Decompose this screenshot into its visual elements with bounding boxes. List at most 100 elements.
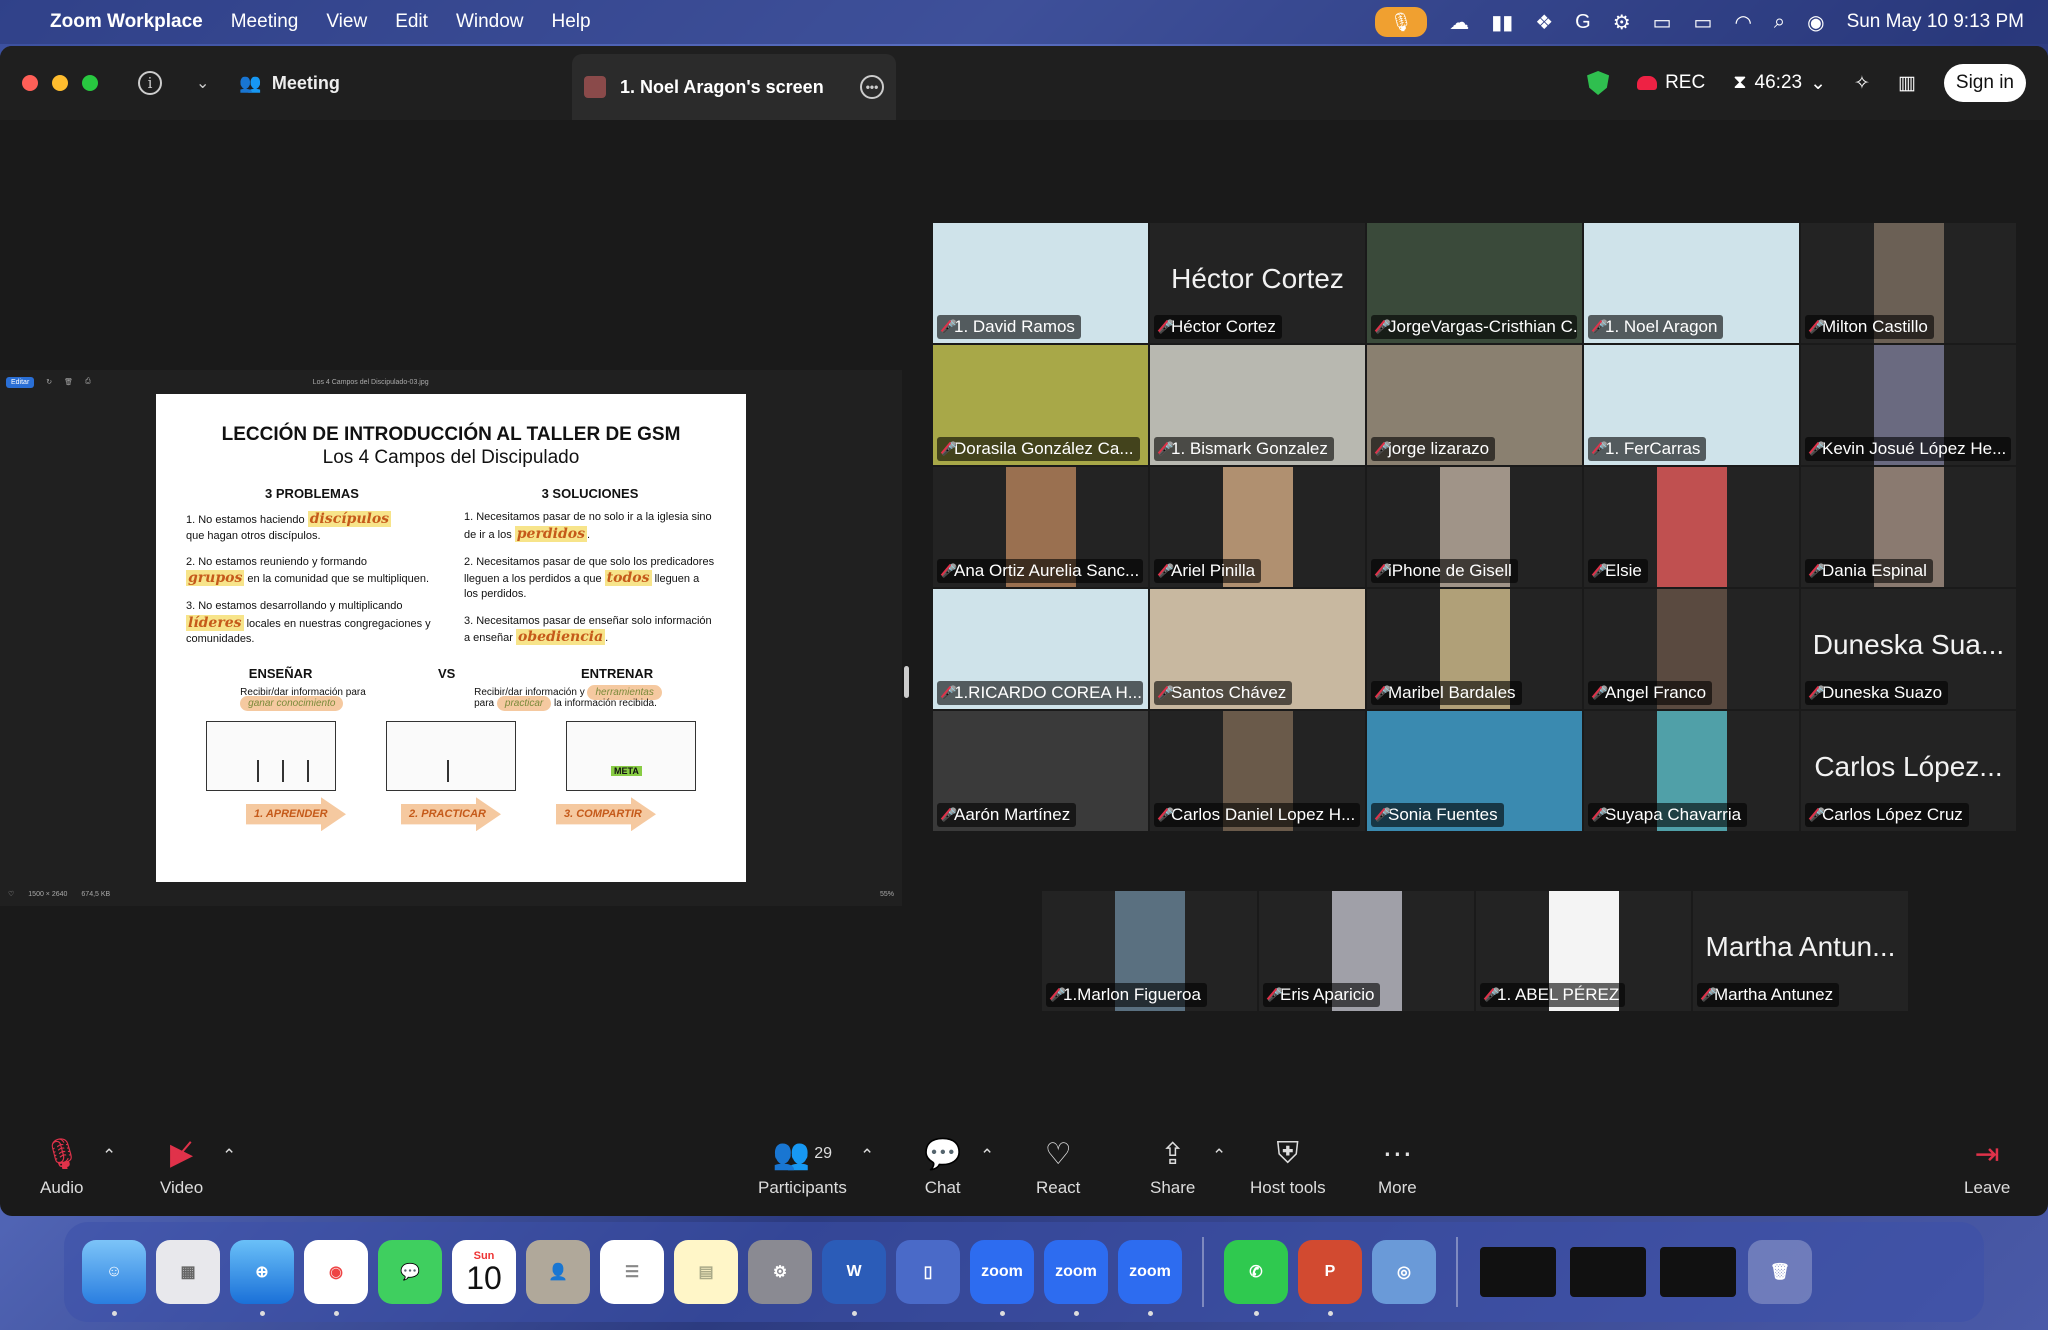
shared-screen-tab[interactable]: 1. Noel Aragon's screen ••• (572, 54, 896, 120)
participant-tile[interactable]: 🎤 iPhone de Gisell (1367, 467, 1582, 587)
cloud-icon[interactable]: ☁ (1449, 10, 1469, 35)
zoom-app-icon-2[interactable]: zoom (1044, 1240, 1108, 1316)
meeting-info-icon[interactable]: i (138, 71, 162, 95)
screen-mirror-icon[interactable]: ▭ (1653, 10, 1672, 35)
video-options-caret-icon[interactable]: ⌃ (222, 1146, 236, 1166)
chevron-down-icon[interactable]: ⌄ (196, 73, 209, 93)
leave-button[interactable]: ⇥ Leave (1964, 1138, 2010, 1198)
preview-app-icon[interactable]: ◎ (1372, 1240, 1436, 1304)
microsoft-powerpoint-icon[interactable]: P (1298, 1240, 1362, 1316)
close-window-button[interactable] (22, 75, 38, 91)
share-button[interactable]: ⇪ Share (1150, 1138, 1195, 1198)
menu-help[interactable]: Help (552, 11, 591, 33)
participant-tile[interactable]: Martha Antun... 🎤 Martha Antunez (1693, 891, 1908, 1011)
ai-companion-icon[interactable]: ✧ (1854, 72, 1870, 95)
audio-button[interactable]: 🎙 Audio (40, 1138, 83, 1198)
sign-in-button[interactable]: Sign in (1943, 64, 2026, 102)
participant-tile[interactable]: Duneska Sua... 🎤 Duneska Suazo (1801, 589, 2016, 709)
participant-tile[interactable]: 🎤 Dorasila González Ca... (933, 345, 1148, 465)
participant-tile[interactable]: 🎤 Elsie (1584, 467, 1799, 587)
participant-tile[interactable]: 🎤 1. FerCarras (1584, 345, 1799, 465)
zoom-app-icon-3[interactable]: zoom (1118, 1240, 1182, 1316)
microsoft-word-icon[interactable]: W (822, 1240, 886, 1316)
host-tools-button[interactable]: ⛨ Host tools (1250, 1137, 1326, 1198)
participant-tile[interactable]: Carlos López... 🎤 Carlos López Cruz (1801, 711, 2016, 831)
minimized-window-2[interactable] (1570, 1247, 1646, 1297)
menubar-clock[interactable]: Sun May 10 9:13 PM (1847, 11, 2024, 33)
zoom-app-icon-1[interactable]: zoom (970, 1240, 1034, 1316)
participant-tile[interactable]: 🎤 Milton Castillo (1801, 223, 2016, 343)
participant-tile[interactable]: 🎤 Ariel Pinilla (1150, 467, 1365, 587)
participant-tile[interactable]: 🎤 Aarón Martínez (933, 711, 1148, 831)
contacts-icon[interactable]: 👤 (526, 1240, 590, 1304)
menu-view[interactable]: View (326, 11, 367, 33)
chat-button[interactable]: 💬 Chat (924, 1138, 961, 1198)
participant-tile[interactable]: 🎤 1. Noel Aragon (1584, 223, 1799, 343)
app-menu[interactable]: Zoom Workplace (50, 11, 203, 33)
whatsapp-icon[interactable]: ✆ (1224, 1240, 1288, 1316)
dropbox-icon[interactable]: ❖ (1535, 10, 1553, 35)
participant-tile[interactable]: 🎤 Carlos Daniel Lopez H... (1150, 711, 1365, 831)
menu-window[interactable]: Window (456, 11, 524, 33)
encryption-shield-icon[interactable] (1587, 71, 1610, 95)
meeting-tab[interactable]: 👥 Meeting (239, 73, 339, 94)
participant-tile[interactable]: 🎤 Ana Ortiz Aurelia Sanc... (933, 467, 1148, 587)
audio-options-caret-icon[interactable]: ⌃ (102, 1146, 116, 1166)
share-options-caret-icon[interactable]: ⌃ (1212, 1146, 1226, 1166)
participant-tile[interactable]: 🎤 Dania Espinal (1801, 467, 2016, 587)
participants-options-caret-icon[interactable]: ⌃ (860, 1146, 874, 1166)
react-button[interactable]: ♡ React (1036, 1138, 1080, 1198)
settings-gear-icon[interactable]: ⚙ (1613, 10, 1631, 35)
participant-tile[interactable]: 🎤 Maribel Bardales (1367, 589, 1582, 709)
spotlight-search-icon[interactable]: ⌕ (1774, 11, 1785, 34)
system-settings-icon[interactable]: ⚙ (748, 1240, 812, 1304)
minimize-window-button[interactable] (52, 75, 68, 91)
participant-tile[interactable]: Héctor Cortez 🎤 Héctor Cortez (1150, 223, 1365, 343)
participant-tile[interactable]: 🎤 1. Bismark Gonzalez (1150, 345, 1365, 465)
participant-tile[interactable]: 🎤 Suyapa Chavarria (1584, 711, 1799, 831)
minimized-window-1[interactable] (1480, 1247, 1556, 1297)
participant-name: JorgeVargas-Cristhian C... (1388, 317, 1577, 336)
view-layout-icon[interactable]: ▥ (1898, 72, 1916, 95)
participant-tile[interactable]: 🎤 Sonia Fuentes (1367, 711, 1582, 831)
more-button[interactable]: ⋯ More (1378, 1138, 1417, 1198)
chrome-icon[interactable]: ◉ (304, 1240, 368, 1316)
split-view-divider[interactable] (904, 666, 909, 698)
meeting-timer[interactable]: ⧗ 46:23 ⌄ (1733, 72, 1826, 95)
participants-button[interactable]: 👥 29 Participants (758, 1138, 847, 1198)
video-button[interactable]: ▶̸ Video (160, 1138, 203, 1198)
participant-tile[interactable]: 🎤 JorgeVargas-Cristhian C... (1367, 223, 1582, 343)
participant-tile[interactable]: 🎤 Eris Aparicio (1259, 891, 1474, 1011)
participant-tile[interactable]: 🎤 Kevin Josué López He... (1801, 345, 2016, 465)
recording-indicator[interactable]: REC (1637, 72, 1705, 94)
messages-icon[interactable]: 💬 (378, 1240, 442, 1304)
minimized-window-3[interactable] (1660, 1247, 1736, 1297)
mic-in-use-icon[interactable]: 🎙 (1375, 7, 1428, 37)
fullscreen-window-button[interactable] (82, 75, 98, 91)
menu-edit[interactable]: Edit (395, 11, 428, 33)
participant-tile[interactable]: 🎤 1.Marlon Figueroa (1042, 891, 1257, 1011)
menu-meeting[interactable]: Meeting (231, 11, 299, 33)
more-options-icon[interactable]: ••• (860, 75, 884, 99)
participant-tile[interactable]: 🎤 1. David Ramos (933, 223, 1148, 343)
participant-tile[interactable]: 🎤 1.RICARDO COREA H... (933, 589, 1148, 709)
audio-wave-icon[interactable]: ▮▮ (1491, 10, 1513, 35)
reminders-icon[interactable]: ☰ (600, 1240, 664, 1304)
participant-tile[interactable]: 🎤 1. ABEL PÉREZ (1476, 891, 1691, 1011)
shared-screen-view[interactable]: Editar ↻ 🗑 ⎙ Los 4 Campos del Discipulad… (0, 370, 902, 906)
trash-icon[interactable]: 🗑 (1748, 1240, 1812, 1304)
participant-tile[interactable]: 🎤 Santos Chávez (1150, 589, 1365, 709)
battery-icon[interactable]: ▭ (1694, 10, 1713, 35)
simulator-icon[interactable]: ▯ (896, 1240, 960, 1304)
launchpad-icon[interactable]: ▦ (156, 1240, 220, 1304)
grammarly-icon[interactable]: G (1575, 11, 1591, 34)
participant-tile[interactable]: 🎤 Angel Franco (1584, 589, 1799, 709)
control-center-icon[interactable]: ◉ (1807, 10, 1824, 35)
participant-tile[interactable]: 🎤 jorge lizarazo (1367, 345, 1582, 465)
finder-icon[interactable]: ☺ (82, 1240, 146, 1316)
calendar-icon[interactable]: Sun 10 (452, 1240, 516, 1304)
safari-icon[interactable]: ⊕ (230, 1240, 294, 1316)
notes-icon[interactable]: ▤ (674, 1240, 738, 1304)
wifi-icon[interactable]: ◠ (1734, 10, 1751, 35)
chat-options-caret-icon[interactable]: ⌃ (980, 1146, 994, 1166)
